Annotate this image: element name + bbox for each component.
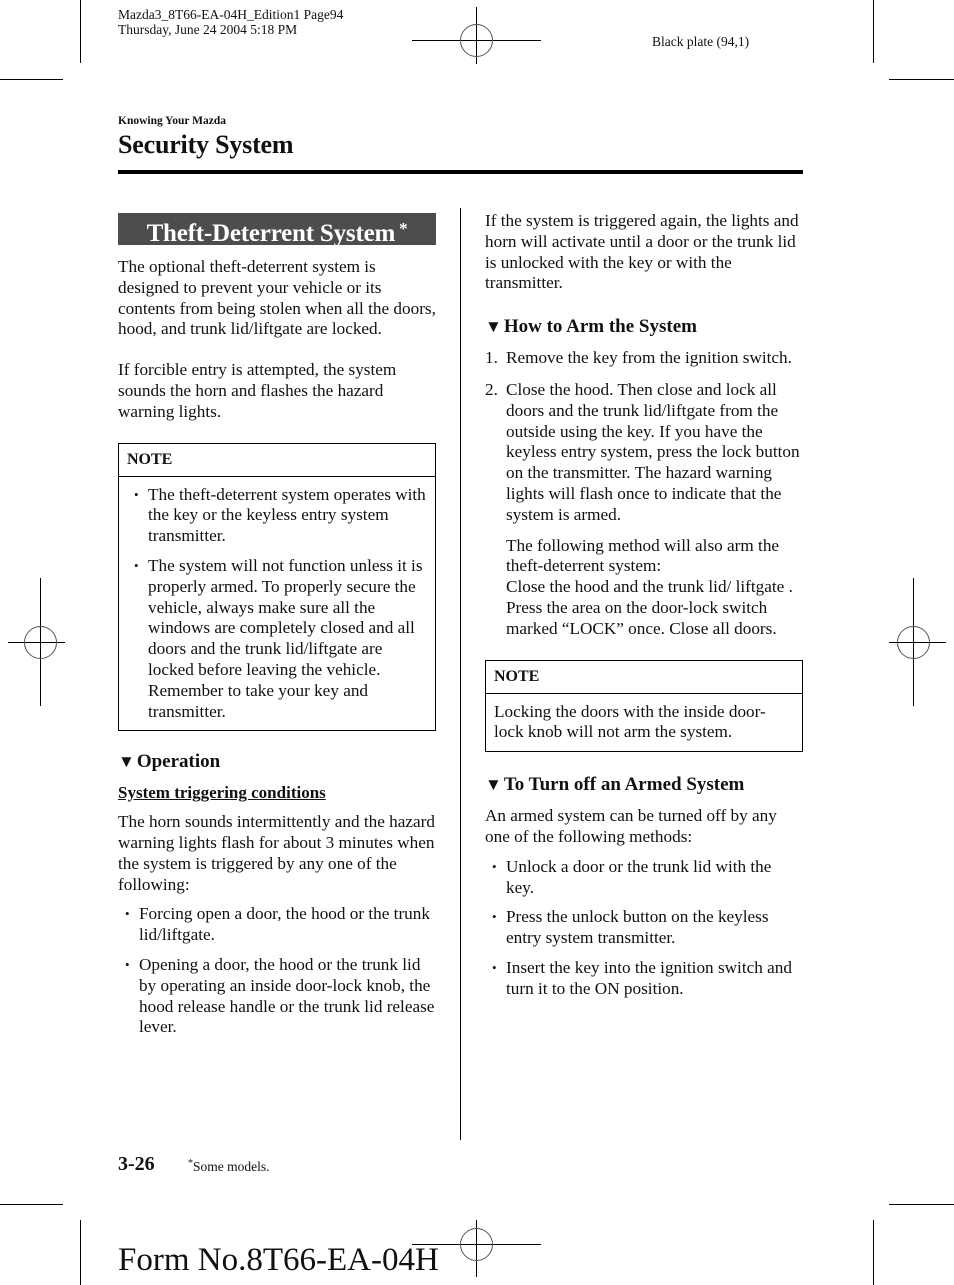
plate-label: Black plate (94,1)	[652, 34, 750, 49]
triangle-down-icon: ▼	[485, 317, 502, 337]
bullet-icon: •	[492, 858, 497, 874]
alt-method-intro: The following method will also arm the t…	[506, 535, 780, 576]
section-title: Theft-Deterrent System	[146, 220, 396, 247]
bullet-icon: •	[134, 557, 139, 573]
turn-off-item: • Unlock a door or the trunk lid with the…	[492, 856, 772, 897]
print-slug: Mazda3_8T66-EA-04H_Edition1 Page94 Thurs…	[118, 7, 343, 37]
intro-paragraph: If forcible entry is attempted, the syst…	[118, 360, 397, 421]
arm-heading: ▼ How to Arm the System	[485, 316, 697, 338]
crop-mark-top-right-horizontal	[889, 79, 954, 80]
operation-paragraph: The horn sounds intermittently and the h…	[118, 812, 435, 894]
form-number: Form No.8T66-EA-04H	[118, 1242, 439, 1278]
crop-mark-top-left-vertical	[80, 0, 81, 63]
operation-heading: ▼ Operation	[118, 751, 221, 773]
retrigger-paragraph: If the system is triggered again, the li…	[485, 211, 799, 293]
left-column: Theft-Deterrent System * The optional the…	[118, 213, 436, 1038]
crop-mark-top-right-vertical	[873, 0, 874, 63]
page-number: 3-26	[118, 1153, 155, 1175]
arm-step: 1. Remove the key from the ignition switc…	[485, 348, 792, 368]
print-slug-date: Thursday, June 24 2004 5:18 PM	[118, 22, 298, 37]
turn-off-item: • Press the unlock button on the keyless …	[492, 907, 769, 948]
bullet-icon: •	[492, 909, 497, 925]
bullet-icon: •	[492, 959, 497, 975]
trigger-item: • Opening a door, the hood or the trunk l…	[125, 954, 435, 1037]
turn-off-list: • Unlock a door or the trunk lid with the…	[485, 857, 803, 1000]
note-heading: NOTE	[119, 444, 435, 477]
turn-off-heading: ▼ To Turn off an Armed System	[485, 774, 745, 796]
bullet-icon: •	[125, 906, 130, 922]
turn-off-item: • Insert the key into the ignition switch…	[492, 957, 792, 998]
section-title-bar: Theft-Deterrent System *	[118, 213, 436, 247]
note-item: • The system will not function unless it …	[134, 555, 423, 721]
trigger-list: • Forcing open a door, the hood or the tr…	[118, 904, 436, 1038]
right-column: If the system is triggered again, the li…	[485, 211, 803, 1000]
bullet-icon: •	[125, 956, 130, 972]
note-list: • The theft-deterrent system operates wit…	[127, 485, 427, 723]
some-models-asterisk-icon: *	[399, 219, 408, 238]
crop-mark-bottom-right-vertical	[873, 1220, 874, 1285]
crop-mark-bottom-left-vertical	[80, 1220, 81, 1285]
crop-mark-bottom-right-horizontal	[889, 1204, 954, 1205]
page-title: Security System	[118, 130, 294, 159]
triangle-down-icon: ▼	[118, 752, 135, 772]
trigger-item: • Forcing open a door, the hood or the tr…	[125, 904, 430, 945]
column-divider	[460, 208, 461, 1140]
note-heading: NOTE	[486, 661, 802, 694]
footnote: *Some models.	[188, 1158, 270, 1174]
turn-off-paragraph: An armed system can be turned off by any…	[485, 806, 777, 846]
triggering-conditions-heading: System triggering conditions	[118, 783, 326, 803]
intro-paragraph: The optional theft-deterrent system is d…	[118, 257, 436, 339]
alt-method-text: Close the hood and the trunk lid/ liftga…	[506, 577, 793, 638]
triangle-down-icon: ▼	[485, 775, 502, 795]
note-item: • The theft-deterrent system operates wit…	[134, 484, 426, 546]
note-text: Locking the doors with the inside door-l…	[494, 701, 766, 742]
note-box: NOTE • The theft-deterrent system operate…	[118, 442, 436, 732]
crop-mark-top-left-horizontal	[0, 79, 63, 80]
print-slug-file: Mazda3_8T66-EA-04H_Edition1 Page94	[118, 7, 344, 22]
note-box: NOTE Locking the doors with the inside d…	[485, 659, 803, 753]
arm-step: 2. Close the hood. Then close and lock al…	[485, 380, 803, 640]
bullet-icon: •	[134, 486, 139, 502]
chapter-label: Knowing Your Mazda	[118, 115, 226, 127]
crop-mark-bottom-left-horizontal	[0, 1204, 63, 1205]
title-rule	[118, 170, 803, 174]
arm-steps: 1. Remove the key from the ignition switc…	[485, 348, 803, 639]
